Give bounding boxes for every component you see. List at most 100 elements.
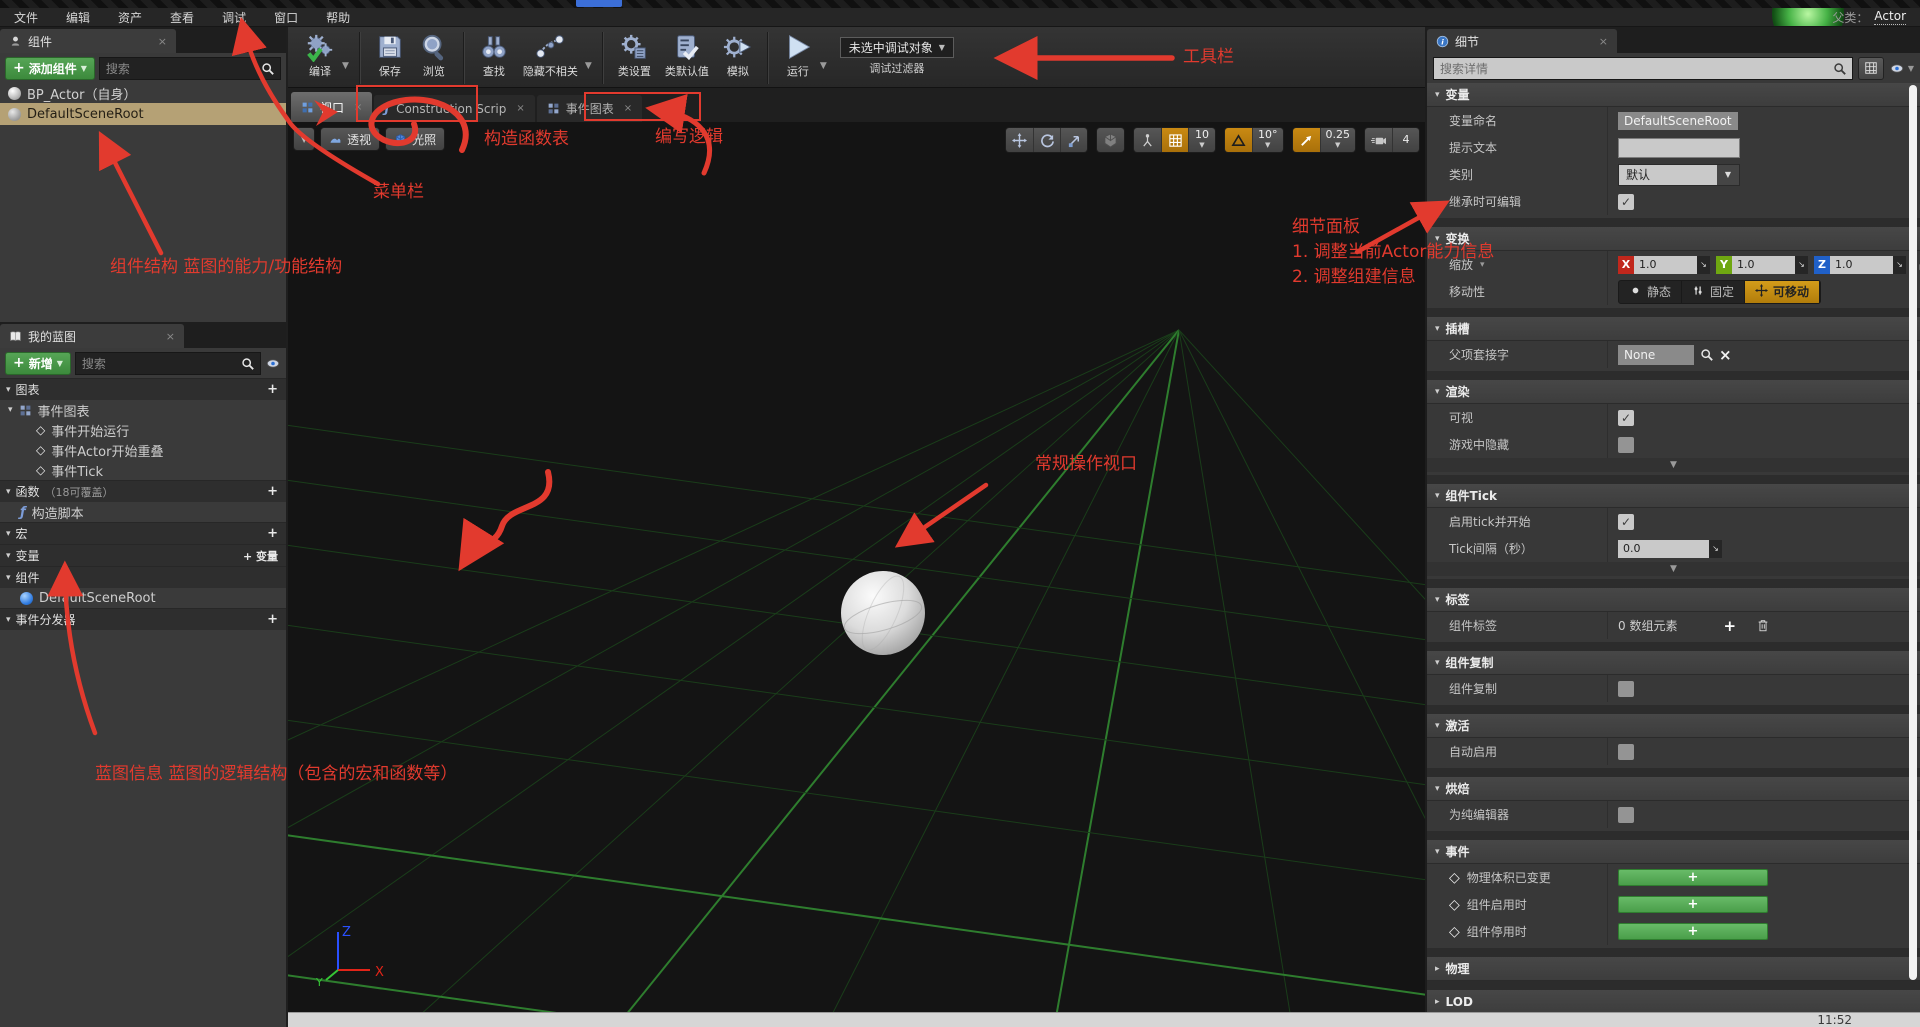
chevron-down-icon[interactable]: ▼ [820,47,830,71]
add-icon[interactable]: + [267,526,278,541]
compile-button[interactable]: 编译 [298,30,342,81]
chevron-down-icon[interactable]: ▼ [342,47,352,71]
tab-my-blueprint[interactable]: 我的蓝图 × [0,324,184,348]
mobility-movable[interactable]: 可移动 [1745,281,1820,303]
drag-handle-icon[interactable]: ↘ [1709,540,1722,558]
blueprint-section-variables[interactable]: ▾变量+ 变量 [0,544,286,566]
category-dropdown[interactable]: 默认▼ [1618,164,1740,186]
add-event-button[interactable]: + [1618,869,1768,886]
menu-item[interactable]: 资产 [104,9,156,26]
close-icon[interactable]: × [354,102,362,113]
parent-class-link[interactable]: Actor [1874,9,1906,25]
chevron-down-icon[interactable]: ▾ [1480,260,1485,270]
menu-item[interactable]: 文件 [0,9,52,26]
blueprint-item-event-tick[interactable]: ◇事件Tick [0,460,286,480]
blueprint-item-default-scene-root[interactable]: DefaultSceneRoot [0,588,286,608]
expand-advanced-button[interactable]: ▼ [1427,458,1920,472]
translate-tool[interactable] [1006,128,1033,152]
add-new-button[interactable]: + 新增 ▼ [5,352,71,375]
close-icon[interactable]: × [624,103,632,114]
checkbox[interactable]: ✓ [1618,514,1634,530]
perspective-button[interactable]: 透视 [320,127,380,151]
number-field[interactable]: 0.0↘ [1618,540,1722,558]
components-search-input[interactable]: 搜索 [99,57,281,80]
camera-speed-value[interactable]: 4 [1392,128,1419,152]
component-row-default-scene-root[interactable]: DefaultSceneRoot [0,103,286,125]
hide-unrelated-button[interactable]: 隐藏不相关 [516,30,585,81]
section-header-lod[interactable]: ▸LOD [1427,990,1920,1012]
checkbox[interactable]: ✓ [1618,194,1634,210]
eye-filter-icon[interactable] [265,357,281,370]
tab-event-graph[interactable]: 事件图表× [537,95,642,122]
my-blueprint-search-input[interactable]: 搜索 [75,352,261,375]
section-header-activation[interactable]: ▾激活 [1427,714,1920,738]
viewport-options-button[interactable]: ▼ [293,127,315,151]
socket-field[interactable]: None [1618,345,1694,365]
search-icon[interactable] [1700,348,1713,361]
section-header-component-replication[interactable]: ▾组件复制 [1427,651,1920,675]
mobility-stationary[interactable]: 固定 [1682,281,1745,303]
section-header-physics[interactable]: ▸物理 [1427,957,1920,981]
play-button[interactable]: 运行 [776,30,820,81]
simulate-button[interactable]: 模拟 [716,30,760,81]
blueprint-section-components[interactable]: ▾组件 [0,566,286,588]
drag-handle-icon[interactable]: ↘ [1795,256,1808,274]
blueprint-section-functions[interactable]: ▾函数（18可覆盖）+ [0,480,286,502]
add-element-icon[interactable]: + [1723,617,1736,635]
drag-handle-icon[interactable]: ↘ [1893,256,1906,274]
section-header-component-tick[interactable]: ▾组件Tick [1427,484,1920,508]
add-event-button[interactable]: + [1618,896,1768,913]
add-event-button[interactable]: + [1618,923,1768,940]
section-header-transform[interactable]: ▾变换 [1427,227,1920,251]
details-search-input[interactable]: 搜索详情 [1433,57,1853,80]
find-button[interactable]: 查找 [472,30,516,81]
menu-item[interactable]: 窗口 [260,9,312,26]
blueprint-item-event-graph[interactable]: ▾事件图表 [0,400,286,420]
scale-snap-value[interactable]: 0.25▼ [1320,128,1356,152]
checkbox[interactable] [1618,681,1634,697]
chevron-down-icon[interactable]: ▼ [585,47,595,71]
rotation-snap-toggle[interactable] [1225,128,1252,152]
details-scrollbar[interactable] [1909,85,1917,980]
section-header-cooking[interactable]: ▾烘焙 [1427,777,1920,801]
display-filter-button[interactable]: ▼ [1889,62,1914,75]
section-header-tags[interactable]: ▾标签 [1427,588,1920,612]
menu-item[interactable]: 查看 [156,9,208,26]
menu-item[interactable]: 编辑 [52,9,104,26]
blueprint-section-graphs[interactable]: ▾图表+ [0,378,286,400]
blueprint-section-macros[interactable]: ▾宏+ [0,522,286,544]
checkbox[interactable] [1618,807,1634,823]
debug-object-dropdown[interactable]: 未选中调试对象▼ [840,37,954,58]
trash-icon[interactable] [1756,618,1770,633]
grid-snap-toggle[interactable] [1161,128,1188,152]
camera-speed-icon[interactable] [1365,128,1392,152]
blueprint-item-event-begin-play[interactable]: ◇事件开始运行 [0,420,286,440]
scale-snap-toggle[interactable] [1293,128,1320,152]
section-header-sockets[interactable]: ▾插槽 [1427,317,1920,341]
x-value-field[interactable]: 1.0↘ [1634,256,1710,274]
close-icon[interactable]: × [166,330,175,343]
text-input[interactable] [1618,138,1740,158]
drag-handle-icon[interactable]: ↘ [1697,256,1710,274]
tab-components[interactable]: 组件 × [0,29,176,53]
rotate-tool[interactable] [1033,128,1060,152]
add-icon[interactable]: + [267,612,278,627]
expand-advanced-button[interactable]: ▼ [1427,562,1920,576]
blueprint-section-event-dispatchers[interactable]: ▾事件分发器+ [0,608,286,630]
add-variable-button[interactable]: + 变量 [243,548,278,564]
blueprint-item-event-actor-begin-overlap[interactable]: ◇事件Actor开始重叠 [0,440,286,460]
grid-snap-value[interactable]: 10▼ [1188,128,1215,152]
rotation-snap-value[interactable]: 10°▼ [1252,128,1283,152]
section-header-rendering[interactable]: ▾渲染 [1427,380,1920,404]
checkbox[interactable] [1618,744,1634,760]
component-row-bp-actor[interactable]: BP_Actor（自身） [0,83,286,103]
tab-construction-script[interactable]: ƒConstruction Scrip× [374,95,534,122]
surface-snap-toggle[interactable] [1134,128,1161,152]
sphere-actor[interactable] [841,571,925,655]
class-defaults-button[interactable]: 类默认值 [658,30,716,81]
save-button[interactable]: 保存 [368,30,412,81]
section-header-variable[interactable]: ▾变量 [1427,83,1920,107]
tab-viewport[interactable]: 视口× [291,92,372,122]
close-icon[interactable]: × [516,103,524,114]
lit-mode-button[interactable]: 光照 [385,127,445,151]
